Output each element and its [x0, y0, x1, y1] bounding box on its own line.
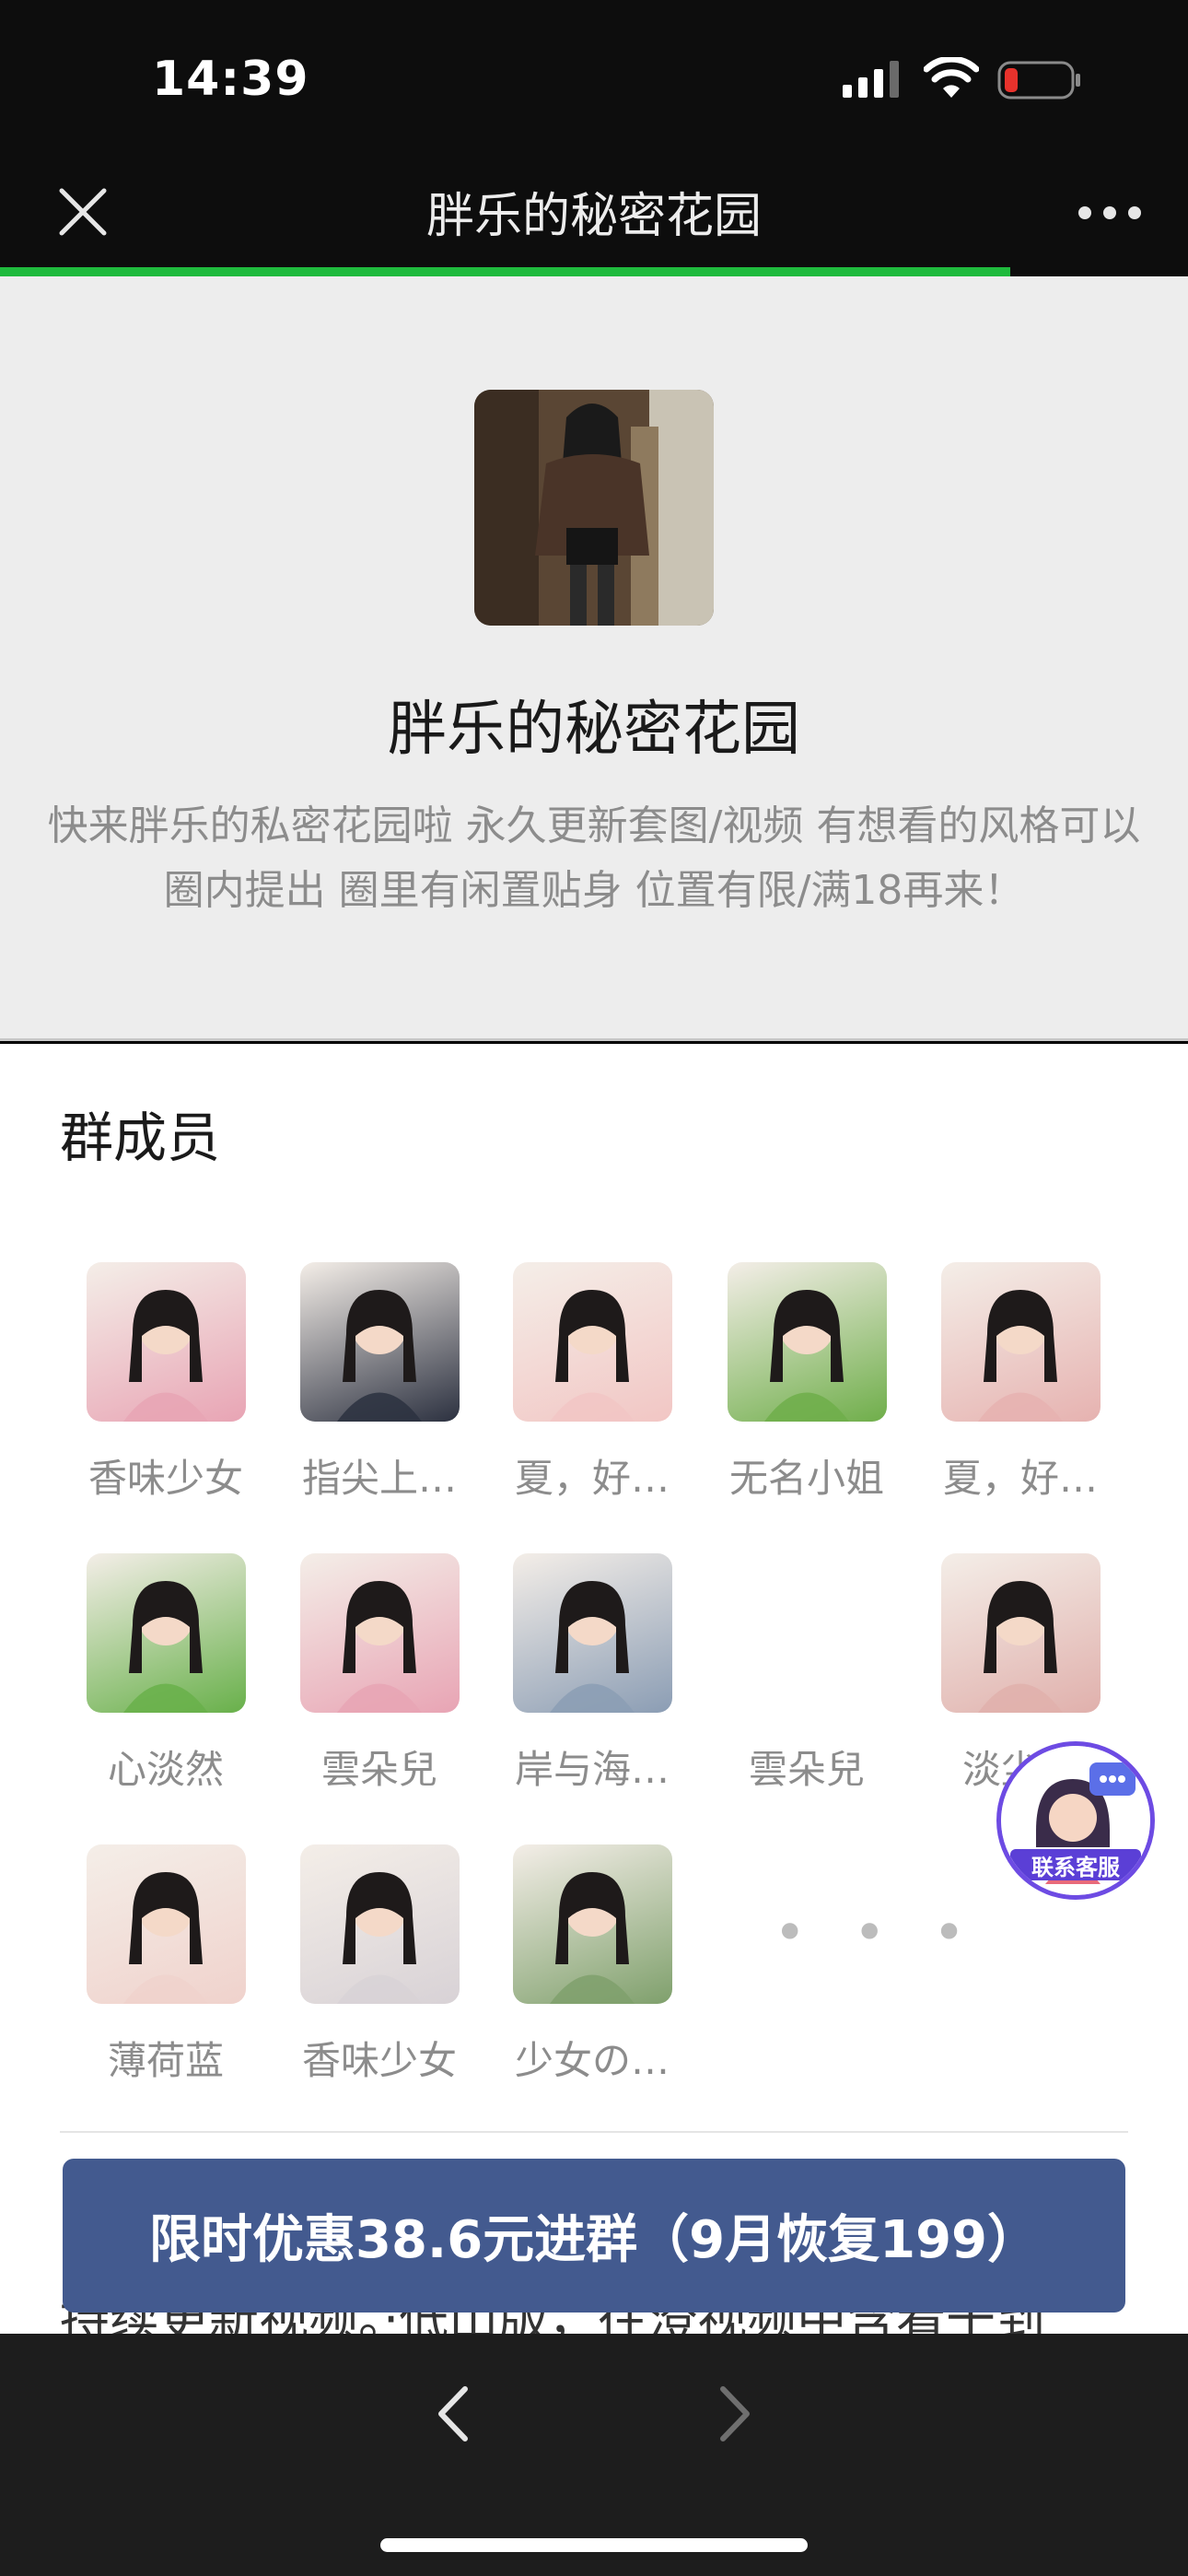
member-avatar — [299, 1844, 460, 2004]
member-item[interactable]: 雲朵兒 — [273, 1553, 486, 1795]
group-header: 胖乐的秘密花园 快来胖乐的私密花园啦 永久更新套图/视频 有想看的风格可以 圈内… — [0, 276, 1188, 1041]
member-item[interactable]: 心淡然 — [59, 1553, 273, 1795]
member-item[interactable]: 香味少女 — [273, 1844, 486, 2086]
members-title: 群成员 — [60, 1107, 221, 1169]
member-item[interactable]: 雲朵兒 — [700, 1553, 914, 1795]
progress-fill — [0, 267, 1010, 276]
member-avatar — [940, 1553, 1101, 1713]
member-item[interactable]: 无名小姐 — [700, 1262, 914, 1504]
group-cover-image — [474, 390, 714, 626]
member-item[interactable]: 薄荷蓝 — [59, 1844, 273, 2086]
member-name: 雲朵兒 — [748, 1747, 865, 1792]
member-avatar — [940, 1262, 1101, 1422]
browser-toolbar — [0, 2334, 1188, 2576]
member-avatar — [512, 1262, 672, 1422]
member-name: 薄荷蓝 — [107, 2038, 224, 2083]
status-time: 14:39 — [152, 52, 309, 107]
customer-service-label: 联系客服 — [1010, 1849, 1141, 1880]
customer-service-button[interactable]: 联系客服 — [996, 1741, 1155, 1900]
more-options-icon[interactable] — [1068, 180, 1151, 244]
group-description-line-1: 快来胖乐的私密花园啦 永久更新套图/视频 有想看的风格可以 — [47, 802, 1141, 849]
member-name: 雲朵兒 — [320, 1747, 437, 1792]
member-name: 夏，好… — [942, 1456, 1098, 1501]
back-arrow-icon[interactable] — [426, 2382, 482, 2446]
member-item[interactable]: 少女の… — [485, 1844, 699, 2086]
member-avatar — [512, 1553, 672, 1713]
member-avatar — [512, 1844, 672, 2004]
member-name: 香味少女 — [87, 1456, 243, 1501]
divider — [60, 2131, 1128, 2133]
wifi-icon — [924, 57, 979, 98]
member-item[interactable]: 岸与海… — [485, 1553, 699, 1795]
group-description: 快来胖乐的私密花园啦 永久更新套图/视频 有想看的风格可以 圈内提出 圈里有闲置… — [0, 794, 1188, 923]
more-members-indicator[interactable]: • • • — [774, 1901, 980, 1965]
member-item[interactable]: 夏，好… — [485, 1262, 699, 1504]
page-title: 胖乐的秘密花园 — [425, 189, 762, 244]
member-item[interactable]: 指尖上… — [273, 1262, 486, 1504]
member-name: 夏，好… — [514, 1456, 670, 1501]
member-name: 无名小姐 — [728, 1456, 884, 1501]
forward-arrow-icon[interactable] — [706, 2382, 762, 2446]
member-avatar — [299, 1262, 460, 1422]
member-name: 心淡然 — [107, 1747, 224, 1792]
cellular-signal-icon — [843, 61, 899, 98]
member-name: 岸与海… — [514, 1747, 670, 1792]
battery-low-icon — [997, 61, 1080, 100]
nav-bar: 胖乐的秘密花园 — [0, 157, 1188, 267]
member-avatar — [86, 1844, 246, 2004]
members-section: 群成员 香味少女指尖上…夏，好…无名小姐夏，好…心淡然雲朵兒岸与海…雲朵兒淡尘…… — [0, 1044, 1188, 2348]
member-name: 指尖上… — [301, 1456, 457, 1501]
status-bar: 14:39 — [0, 0, 1188, 157]
group-name: 胖乐的秘密花园 — [388, 696, 800, 764]
member-item[interactable]: 夏，好… — [914, 1262, 1127, 1504]
group-description-line-2: 圈内提出 圈里有闲置贴身 位置有限/满18再来！ — [163, 867, 1025, 914]
member-name: 香味少女 — [301, 2038, 457, 2083]
member-avatar — [299, 1553, 460, 1713]
member-avatar — [727, 1262, 887, 1422]
member-item[interactable]: 香味少女 — [59, 1262, 273, 1504]
page-load-progress — [0, 267, 1188, 276]
member-avatar — [86, 1262, 246, 1422]
member-name: 少女の… — [514, 2038, 670, 2083]
member-avatar — [86, 1553, 246, 1713]
member-avatar — [728, 1553, 887, 1713]
join-group-button[interactable]: 限时优惠38.6元进群（9月恢复199） — [63, 2159, 1125, 2313]
home-indicator — [380, 2538, 808, 2552]
